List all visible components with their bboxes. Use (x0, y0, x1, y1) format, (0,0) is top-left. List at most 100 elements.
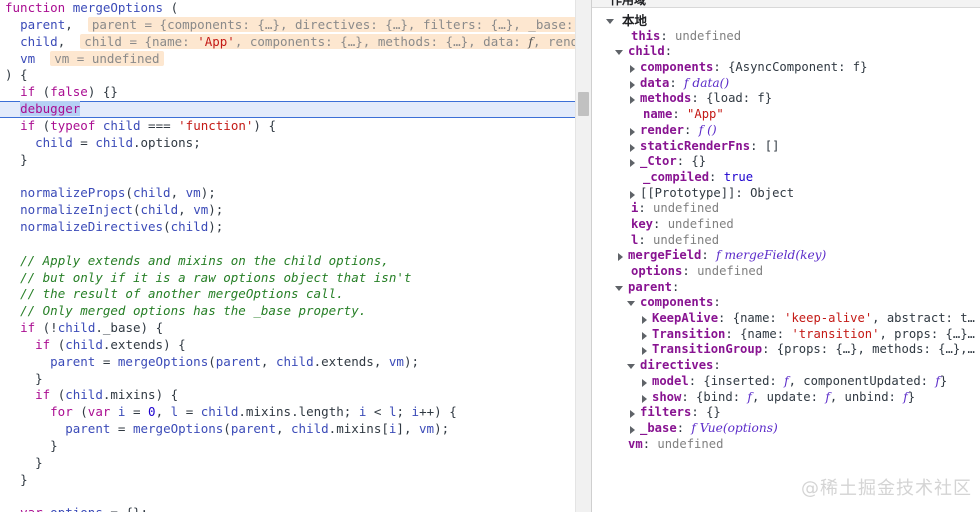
chevron-right-icon[interactable] (642, 347, 647, 356)
scope-group-local[interactable]: 本地 (592, 13, 980, 29)
code-line[interactable]: normalizeProps(child, vm); (0, 185, 591, 202)
tree-row-prototype[interactable]: [[Prototype]]: Object (592, 186, 980, 202)
chevron-down-icon[interactable] (615, 50, 623, 56)
code-line[interactable] (0, 168, 591, 185)
chevron-right-icon[interactable] (642, 378, 647, 387)
property-value: undefined (667, 216, 734, 231)
code-line[interactable]: // Apply extends and mixins on the child… (0, 253, 591, 270)
chevron-down-icon[interactable] (615, 285, 623, 291)
chevron-right-icon[interactable] (642, 331, 647, 340)
tree-row-vm[interactable]: vm: undefined (592, 437, 980, 453)
chevron-right-icon[interactable] (630, 127, 635, 136)
tree-row-transitiongroup[interactable]: TransitionGroup: {props: {…}, methods: {… (592, 342, 980, 358)
tree-row-filters[interactable]: filters: {} (592, 405, 980, 421)
chevron-right-icon[interactable] (630, 190, 635, 199)
code-line[interactable]: child, child = {name: 'App', components:… (0, 33, 591, 51)
chevron-right-icon[interactable] (642, 394, 647, 403)
source-code-panel[interactable]: function mergeOptions ( parent, parent =… (0, 0, 591, 512)
selected-token: debugger (20, 101, 81, 117)
tree-row-this[interactable]: this: undefined (592, 29, 980, 45)
scope-section-header[interactable]: 作用域 (592, 0, 980, 8)
scope-sidebar-panel: 作用域 本地 this: undefined child: components… (592, 0, 980, 512)
tree-row-name[interactable]: name: "App" (592, 107, 980, 123)
chevron-down-icon[interactable] (627, 301, 635, 307)
property-key: key (631, 216, 654, 231)
code-line[interactable]: } (0, 438, 591, 455)
tree-row-data[interactable]: data: f data() (592, 76, 980, 92)
property-key: _Ctor (640, 154, 677, 169)
code-line[interactable]: // Only merged options has the _base pro… (0, 303, 591, 320)
property-value: {props: {…}, methods: {…},… (776, 342, 975, 357)
code-line[interactable]: for (var i = 0, l = child.mixins.length;… (0, 404, 591, 421)
chevron-right-icon[interactable] (630, 143, 635, 152)
code-line[interactable]: child = child.options; (0, 135, 591, 152)
code-line[interactable]: } (0, 371, 591, 388)
scrollbar-thumb[interactable] (578, 92, 589, 116)
property-value: undefined (657, 436, 724, 451)
tree-row-mergefield[interactable]: mergeField: f mergeField(key) (592, 248, 980, 264)
chevron-right-icon[interactable] (618, 253, 623, 262)
tree-row-base[interactable]: _base: f Vue(options) (592, 421, 980, 437)
code-line[interactable]: function mergeOptions ( (0, 0, 591, 17)
chevron-right-icon[interactable] (630, 96, 635, 105)
property-key: components (640, 295, 714, 310)
code-line[interactable]: } (0, 455, 591, 472)
tree-row-compiled[interactable]: _compiled: true (592, 170, 980, 186)
tree-row-methods[interactable]: methods: {load: f} (592, 91, 980, 107)
chevron-right-icon[interactable] (642, 316, 647, 325)
tree-row-options[interactable]: options: undefined (592, 264, 980, 280)
tree-row-l[interactable]: l: undefined (592, 233, 980, 249)
code-line[interactable]: normalizeInject(child, vm); (0, 202, 591, 219)
code-line[interactable]: vm vm = undefined (0, 50, 591, 68)
property-key: Transition (652, 326, 726, 341)
chevron-right-icon[interactable] (630, 65, 635, 74)
tree-row-components[interactable]: components: {AsyncComponent: f} (592, 60, 980, 76)
chevron-right-icon[interactable] (630, 410, 635, 419)
tree-row-show[interactable]: show: {bind: f, update: f, unbind: f} (592, 390, 980, 406)
code-line[interactable]: // but only if it is a raw options objec… (0, 270, 591, 287)
tree-row-directives[interactable]: directives: (592, 358, 980, 374)
code-line[interactable]: // the result of another mergeOptions ca… (0, 286, 591, 303)
tree-row-staticrenderfns[interactable]: staticRenderFns: [] (592, 139, 980, 155)
source-vertical-scrollbar[interactable] (575, 0, 591, 512)
code-line[interactable]: normalizeDirectives(child); (0, 219, 591, 236)
code-line[interactable]: parent = mergeOptions(parent, child.exte… (0, 354, 591, 371)
tree-row-i[interactable]: i: undefined (592, 201, 980, 217)
property-key: child (628, 44, 665, 59)
property-key: model (652, 373, 689, 388)
code-line[interactable]: } (0, 472, 591, 489)
code-line[interactable]: if (child.mixins) { (0, 387, 591, 404)
chevron-down-icon[interactable] (627, 364, 635, 370)
code-line[interactable]: if (false) {} (0, 84, 591, 101)
property-key: vm (628, 436, 643, 451)
chevron-right-icon[interactable] (630, 80, 635, 89)
tree-row-parent-components[interactable]: components: (592, 295, 980, 311)
tree-row-key[interactable]: key: undefined (592, 217, 980, 233)
code-line[interactable] (0, 488, 591, 505)
chevron-down-icon[interactable] (606, 19, 614, 24)
code-line[interactable] (0, 236, 591, 253)
code-line-execution-paused[interactable]: debugger (0, 101, 591, 118)
code-line[interactable]: parent, parent = {components: {…}, direc… (0, 16, 591, 34)
tree-row-render[interactable]: render: f () (592, 123, 980, 139)
code-line[interactable]: if (child.extends) { (0, 337, 591, 354)
tree-row-child[interactable]: child: (592, 44, 980, 60)
property-key: show (652, 389, 682, 404)
property-value: undefined (653, 232, 720, 247)
chevron-right-icon[interactable] (630, 159, 635, 168)
chevron-right-icon[interactable] (630, 425, 635, 434)
code-line[interactable]: var options = {}; (0, 505, 591, 512)
tree-row-ctor[interactable]: _Ctor: {} (592, 154, 980, 170)
inline-value-hint: vm = undefined (50, 50, 164, 66)
code-line[interactable]: if (typeof child === 'function') { (0, 118, 591, 135)
code-line[interactable]: if (!child._base) { (0, 320, 591, 337)
tree-row-model[interactable]: model: {inserted: f, componentUpdated: f… (592, 374, 980, 390)
tree-row-parent[interactable]: parent: (592, 280, 980, 296)
source-code-scroll-area[interactable]: function mergeOptions ( parent, parent =… (0, 0, 591, 512)
code-line[interactable]: ) { (0, 67, 591, 84)
tree-row-transition[interactable]: Transition: {name: 'transition', props: … (592, 327, 980, 343)
tree-row-keepalive[interactable]: KeepAlive: {name: 'keep-alive', abstract… (592, 311, 980, 327)
code-line[interactable]: parent = mergeOptions(parent, child.mixi… (0, 421, 591, 438)
code-line[interactable]: } (0, 152, 591, 169)
property-value: {load: f} (706, 91, 773, 106)
